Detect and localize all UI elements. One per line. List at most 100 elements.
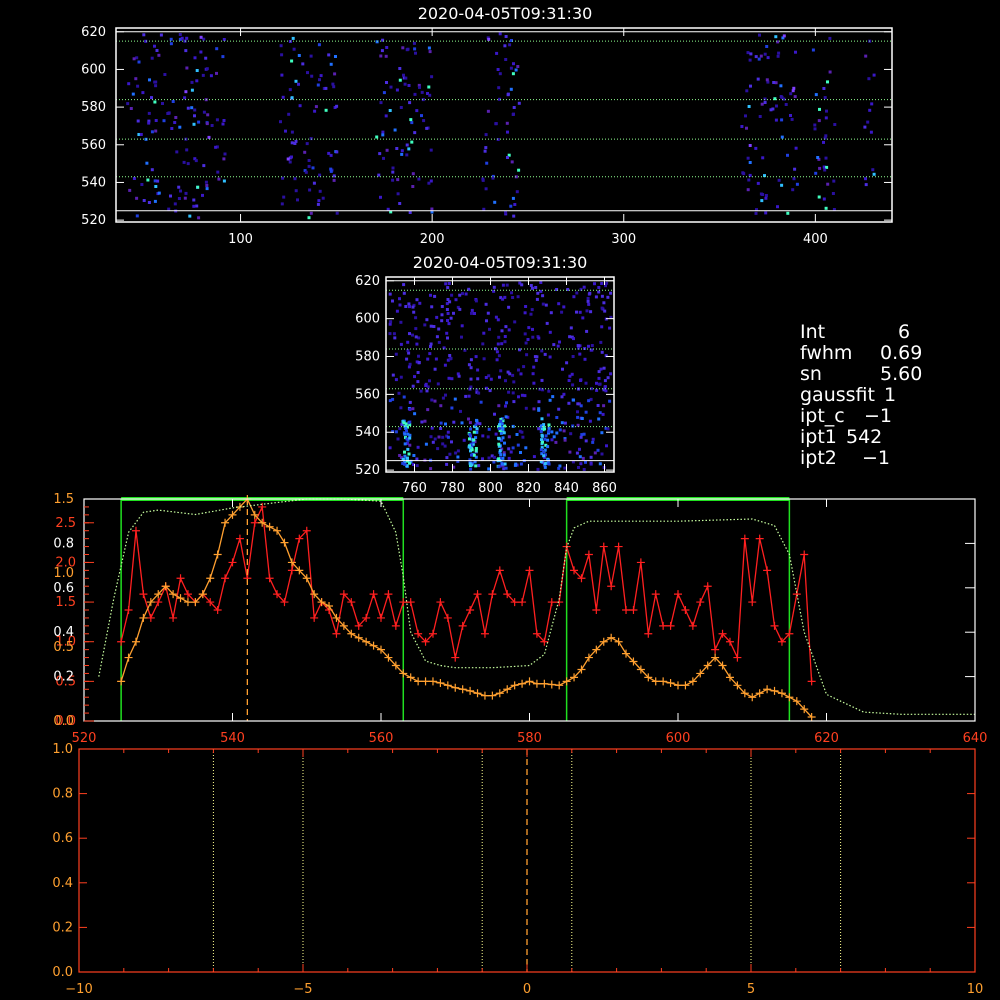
heat-pixel (394, 352, 398, 356)
panel1-frame (115, 27, 893, 223)
heat-pixel (388, 399, 392, 403)
info-value: 6 (898, 321, 911, 343)
heat-pixel (758, 115, 762, 118)
heat-pixel (335, 104, 339, 108)
heat-pixel (833, 123, 837, 126)
heat-pixel (398, 67, 402, 70)
heat-pixel (588, 291, 592, 295)
heat-pixel (500, 329, 504, 333)
heat-pixel (467, 363, 471, 367)
heat-pixel (279, 44, 283, 48)
heat-pixel (474, 355, 478, 359)
heat-pixel (488, 327, 491, 331)
heat-pixel (199, 50, 203, 54)
heat-pixel (405, 429, 408, 433)
heat-pixel (484, 376, 488, 379)
heat-pixel (502, 431, 506, 435)
heat-pixel (504, 35, 508, 38)
heat-pixel (467, 445, 471, 449)
heat-pixel (377, 173, 381, 177)
heat-pixel (511, 113, 515, 116)
heat-pixel (450, 293, 454, 297)
heat-pixel (413, 47, 417, 51)
panel4-content (212, 749, 842, 972)
heat-pixel (506, 130, 509, 134)
heat-pixel (178, 125, 182, 129)
heat-pixel (560, 421, 564, 425)
heat-pixel (154, 84, 158, 88)
heat-pixel (470, 463, 474, 467)
heat-pixel (748, 58, 752, 62)
heat-pixel (145, 161, 149, 165)
series-marker-red (607, 582, 616, 591)
heat-pixel (215, 47, 219, 51)
heat-pixel (288, 160, 292, 164)
heat-pixel (754, 211, 758, 215)
heat-pixel (469, 358, 473, 362)
heat-pixel (460, 324, 464, 328)
heat-pixel (740, 125, 744, 128)
heat-pixel (512, 62, 515, 66)
heat-pixel (532, 407, 536, 411)
heat-pixel (476, 368, 480, 372)
series-marker-orange (681, 681, 690, 690)
heat-pixel (562, 305, 566, 309)
heat-pixel (544, 303, 548, 307)
heat-pixel (420, 114, 423, 118)
heat-pixel (794, 146, 798, 150)
series-marker-red (369, 590, 378, 599)
heat-pixel (423, 419, 427, 423)
heat-pixel (506, 370, 510, 374)
heat-pixel (515, 433, 519, 436)
heat-pixel (281, 95, 285, 99)
series-marker-orange (117, 677, 126, 686)
heat-pixel (544, 434, 548, 438)
series-marker-red (495, 566, 504, 575)
heat-pixel (424, 442, 428, 446)
heat-pixel (436, 447, 440, 451)
heat-pixel (786, 153, 789, 157)
heat-pixel (474, 423, 478, 427)
series-marker-red (622, 606, 631, 614)
heat-pixel (824, 206, 828, 210)
heat-pixel (309, 211, 313, 215)
heat-pixel (509, 66, 513, 70)
heat-pixel (817, 195, 821, 199)
x-tick-label: 0 (523, 982, 531, 997)
heat-pixel (591, 437, 595, 441)
heat-pixel (468, 437, 471, 441)
heat-pixel (501, 297, 505, 301)
info-row-fwhm: fwhm 0.69 (800, 343, 922, 364)
info-row-ipt-c: ipt_c −1 (800, 406, 922, 427)
heat-pixel (578, 352, 582, 356)
heat-pixel (484, 302, 488, 306)
heat-pixel (795, 182, 799, 186)
heat-pixel (398, 297, 401, 301)
heat-pixel (571, 355, 575, 358)
heat-pixel (548, 355, 552, 359)
heat-pixel (782, 34, 786, 38)
heat-pixel (504, 210, 507, 214)
heat-pixel (314, 105, 318, 109)
heat-pixel (483, 149, 487, 153)
heat-pixel (411, 333, 414, 337)
heat-pixel (532, 381, 536, 385)
heat-pixel (430, 426, 434, 430)
heat-pixel (433, 294, 437, 298)
series-marker-red (250, 518, 259, 527)
heat-pixel (589, 461, 593, 465)
series-marker-orange (532, 679, 541, 688)
heat-pixel (484, 133, 488, 137)
heat-pixel (578, 455, 582, 459)
heat-pixel (311, 166, 315, 170)
heat-pixel (818, 107, 821, 111)
heat-pixel (156, 179, 160, 183)
heat-pixel (543, 427, 546, 431)
heat-pixel (441, 442, 445, 446)
x-tick-label: 600 (666, 731, 691, 746)
heat-pixel (417, 354, 420, 358)
heat-pixel (595, 388, 599, 392)
series-marker-red (681, 606, 690, 614)
series-marker-red (117, 637, 126, 646)
heat-pixel (826, 80, 829, 84)
